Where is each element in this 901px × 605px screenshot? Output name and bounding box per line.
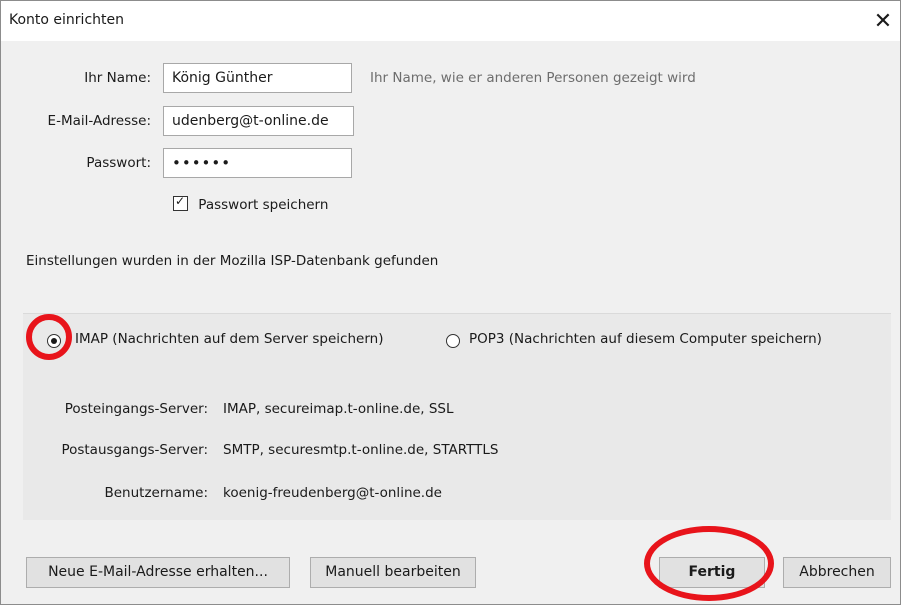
username-label: Benutzername:: [104, 485, 208, 501]
password-field[interactable]: ••••••: [163, 148, 352, 178]
title-bar: Konto einrichten ✕: [1, 1, 900, 41]
username-value: koenig-freudenberg@t-online.de: [223, 485, 442, 501]
server-settings-panel: IMAP (Nachrichten auf dem Server speiche…: [23, 313, 891, 520]
incoming-server-label: Posteingangs-Server:: [64, 401, 208, 417]
incoming-server-value: IMAP, secureimap.t-online.de, SSL: [223, 401, 454, 417]
pop3-radio[interactable]: [446, 334, 460, 348]
checkbox-box[interactable]: ✓: [173, 194, 188, 211]
annotation-circle-done: [644, 526, 774, 601]
new-email-button[interactable]: Neue E-Mail-Adresse erhalten...: [26, 557, 290, 588]
email-field[interactable]: udenberg@t-online.de: [163, 106, 354, 136]
settings-found-text: Einstellungen wurden in der Mozilla ISP-…: [26, 253, 439, 269]
imap-label[interactable]: IMAP (Nachrichten auf dem Server speiche…: [75, 331, 383, 347]
account-setup-dialog: Konto einrichten ✕ Ihr Name: König Günth…: [0, 0, 901, 605]
name-label: Ihr Name:: [84, 70, 151, 86]
password-label: Passwort:: [86, 155, 151, 171]
name-field[interactable]: König Günther: [163, 63, 352, 93]
email-label: E-Mail-Adresse:: [47, 113, 151, 129]
checkmark-icon: ✓: [175, 194, 186, 208]
name-hint: Ihr Name, wie er anderen Personen gezeig…: [370, 70, 696, 86]
close-icon[interactable]: ✕: [868, 7, 898, 37]
remember-password-label: Passwort speichern: [198, 197, 329, 213]
pop3-label[interactable]: POP3 (Nachrichten auf diesem Computer sp…: [469, 331, 822, 347]
remember-password-checkbox[interactable]: ✓ Passwort speichern: [173, 194, 329, 213]
outgoing-server-value: SMTP, securesmtp.t-online.de, STARTTLS: [223, 442, 499, 458]
outgoing-server-label: Postausgangs-Server:: [61, 442, 208, 458]
window-title: Konto einrichten: [9, 12, 124, 28]
cancel-button[interactable]: Abbrechen: [783, 557, 891, 588]
manual-edit-button[interactable]: Manuell bearbeiten: [310, 557, 476, 588]
annotation-circle-imap: [26, 314, 72, 360]
